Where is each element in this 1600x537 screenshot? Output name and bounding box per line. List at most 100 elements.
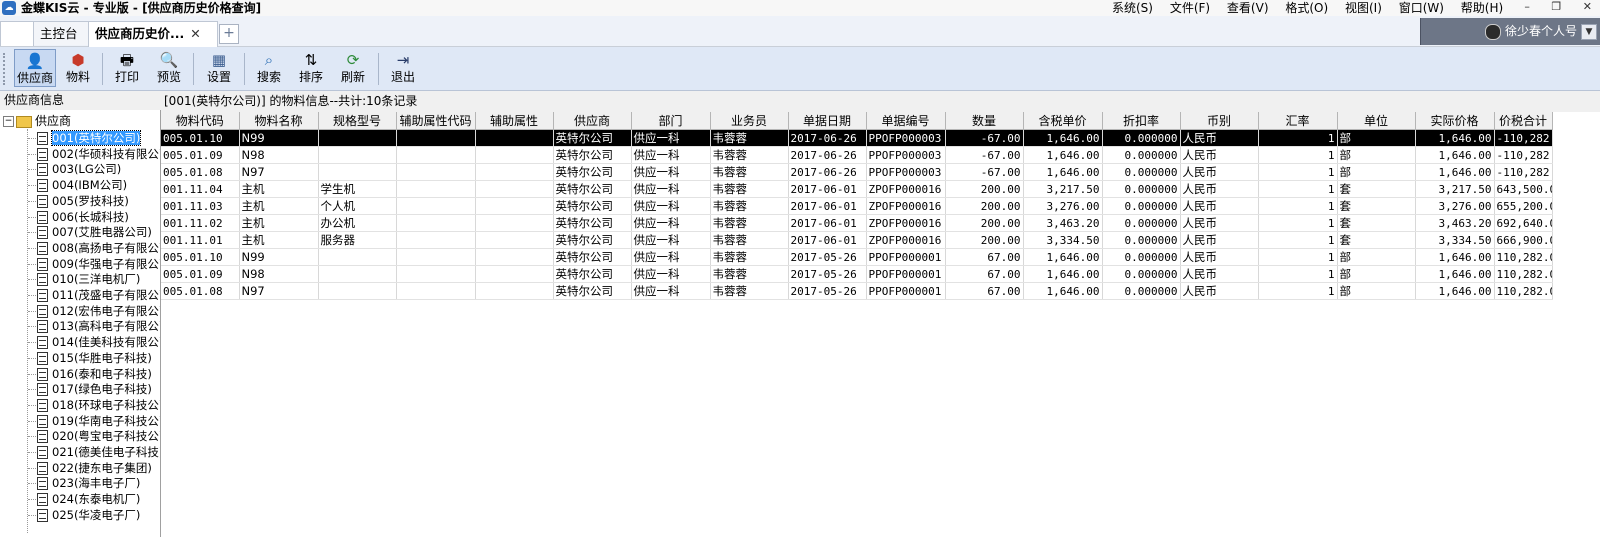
supplier-tree-item[interactable]: 021(德美佳电子科技) — [28, 444, 160, 460]
supplier-tree-item[interactable]: 016(泰和电子科技) — [28, 366, 152, 382]
column-header[interactable]: 币别 — [1180, 112, 1259, 130]
print-button[interactable]: 🖶 打印 — [107, 49, 147, 87]
supplier-tree-item[interactable]: 017(绿色电子科技) — [28, 381, 152, 397]
supplier-tree-item[interactable]: 022(捷东电子集团) — [28, 460, 152, 476]
supplier-tree-item[interactable]: 001(英特尔公司) — [28, 130, 142, 146]
supplier-tree-item[interactable]: 012(宏伟电子有限公司) — [28, 303, 160, 319]
price-history-grid[interactable]: 物料代码 物料名称 规格型号 辅助属性代码 辅助属性 供应商 部门 业务员 单据日期 单据编号 数量… — [161, 112, 1600, 537]
supplier-tree-item[interactable]: 013(高科电子有限公司) — [28, 318, 160, 334]
supplier-tree-item[interactable]: 002(华硕科技有限公司) — [28, 146, 160, 162]
column-header[interactable]: 辅助属性 — [475, 112, 554, 130]
tab-console[interactable]: 主控台 — [33, 21, 89, 45]
collapse-icon[interactable]: − — [3, 116, 14, 127]
chevron-down-icon[interactable]: ▼ — [1581, 24, 1597, 40]
supplier-tree-item[interactable]: 018(环球电子科技公司) — [28, 397, 160, 413]
add-tab-icon[interactable]: + — [219, 24, 239, 44]
user-box[interactable]: 徐少春个人号 ▼ — [1420, 18, 1600, 45]
preview-button[interactable]: 🔍 预览 — [149, 49, 189, 87]
table-cell: 供应一科 — [631, 180, 711, 198]
column-header[interactable]: 业务员 — [710, 112, 789, 130]
table-cell: 主机 — [239, 231, 319, 249]
settings-button[interactable]: ▦ 设置 — [199, 49, 239, 87]
document-icon — [37, 226, 48, 240]
menu-view[interactable]: 查看(V) — [1227, 1, 1269, 15]
document-icon — [37, 147, 48, 161]
table-cell: 0.000000 — [1102, 248, 1181, 266]
supplier-tree-item[interactable]: 014(佳美科技有限公司) — [28, 334, 160, 350]
table-cell: 1,646.00 — [1023, 265, 1103, 283]
menu-window-view[interactable]: 视图(I) — [1345, 1, 1382, 15]
column-header[interactable]: 单据编号 — [866, 112, 946, 130]
menu-window[interactable]: 窗口(W) — [1399, 1, 1444, 15]
supplier-tree-item[interactable]: 009(华强电子有限公司) — [28, 256, 160, 272]
materials-button[interactable]: ⬢ 物料 — [58, 49, 98, 87]
document-icon — [37, 194, 48, 208]
supplier-tree-item[interactable]: 010(三洋电机厂) — [28, 271, 140, 287]
table-row[interactable]: 005.01.10 N99 英特尔公司 供应一科 韦蓉蓉 2017-05-26 PPOFP0… — [161, 248, 1553, 266]
supplier-tree-item[interactable]: 008(高扬电子有限公司) — [28, 240, 160, 256]
supplier-tree-item[interactable]: 024(东泰电机厂) — [28, 491, 140, 507]
column-header[interactable]: 部门 — [631, 112, 711, 130]
minimize-icon[interactable]: – — [1524, 0, 1530, 13]
supplier-tree-item[interactable]: 003(LG公司) — [28, 161, 121, 177]
table-row[interactable]: 001.11.01 主机 服务器 英特尔公司 供应一科 韦蓉蓉 2017-06-01 ZPOF… — [161, 231, 1553, 249]
sort-button[interactable]: ⇅ 排序 — [291, 49, 331, 87]
column-header[interactable]: 含税单价 — [1023, 112, 1103, 130]
exit-button[interactable]: ⇥ 退出 — [383, 49, 423, 87]
table-row[interactable]: 001.11.03 主机 个人机 英特尔公司 供应一科 韦蓉蓉 2017-06-01 ZPOF… — [161, 197, 1553, 215]
column-header[interactable]: 数量 — [945, 112, 1024, 130]
table-cell: PPOFP000003 — [866, 146, 946, 164]
table-row[interactable]: 001.11.02 主机 办公机 英特尔公司 供应一科 韦蓉蓉 2017-06-01 ZPOF… — [161, 214, 1553, 232]
column-header[interactable]: 实际价格 — [1415, 112, 1495, 130]
tab-close-icon[interactable]: ✕ — [190, 26, 200, 41]
document-icon — [37, 210, 48, 224]
supplier-button[interactable]: 👤 供应商 — [14, 49, 56, 87]
column-header[interactable]: 规格型号 — [318, 112, 397, 130]
supplier-tree-item[interactable]: 025(华凌电子厂) — [28, 507, 140, 523]
menu-format[interactable]: 格式(O) — [1285, 1, 1328, 15]
supplier-tree-item[interactable]: 019(华南电子科技公司) — [28, 413, 160, 429]
supplier-tree-item[interactable]: 004(IBM公司) — [28, 177, 127, 193]
table-cell: 666,900.00 — [1494, 231, 1553, 249]
table-cell: 主机 — [239, 197, 319, 215]
supplier-tree-item[interactable]: 005(罗技科技) — [28, 193, 129, 209]
column-header[interactable]: 折扣率 — [1102, 112, 1181, 130]
column-header[interactable]: 物料代码 — [161, 112, 240, 130]
table-row[interactable]: 005.01.08 N97 英特尔公司 供应一科 韦蓉蓉 2017-06-26 PPOFP0… — [161, 163, 1553, 181]
column-header[interactable]: 物料名称 — [239, 112, 319, 130]
column-header[interactable]: 单位 — [1337, 112, 1416, 130]
column-header[interactable]: 价税合计 — [1494, 112, 1553, 130]
table-row[interactable]: 005.01.08 N97 英特尔公司 供应一科 韦蓉蓉 2017-05-26 PPOFP0… — [161, 282, 1553, 300]
supplier-tree-item[interactable]: 011(茂盛电子有限公司) — [28, 287, 160, 303]
table-row[interactable]: 005.01.09 N98 英特尔公司 供应一科 韦蓉蓉 2017-05-26 PPOFP0… — [161, 265, 1553, 283]
menu-help[interactable]: 帮助(H) — [1461, 1, 1503, 15]
supplier-tree-item[interactable]: 007(艾胜电器公司) — [28, 224, 152, 240]
close-icon[interactable]: ✕ — [1583, 0, 1592, 13]
supplier-tree-item[interactable]: 015(华胜电子科技) — [28, 350, 152, 366]
toolbar-grip[interactable] — [3, 53, 8, 85]
document-icon — [37, 367, 48, 381]
supplier-tree-item[interactable]: 006(长城科技) — [28, 209, 129, 225]
table-row[interactable]: 005.01.09 N98 英特尔公司 供应一科 韦蓉蓉 2017-06-26 PPOFP0… — [161, 146, 1553, 164]
table-row[interactable]: 001.11.04 主机 学生机 英特尔公司 供应一科 韦蓉蓉 2017-06-01 ZPOF… — [161, 180, 1553, 198]
menu-system[interactable]: 系统(S) — [1112, 1, 1153, 15]
table-cell: 英特尔公司 — [553, 248, 632, 266]
table-cell: 1 — [1258, 146, 1338, 164]
column-header[interactable]: 汇率 — [1258, 112, 1338, 130]
tab-supplier-price-history[interactable]: 供应商历史价... ✕ — [88, 21, 218, 47]
restore-icon[interactable]: ❐ — [1551, 0, 1561, 13]
search-button[interactable]: ⌕ 搜索 — [249, 49, 289, 87]
table-cell: 人民币 — [1180, 248, 1259, 266]
supplier-tree-item[interactable]: 020(粤宝电子科技公司) — [28, 428, 160, 444]
supplier-tree-item[interactable]: 023(海丰电子厂) — [28, 475, 140, 491]
supplier-tree[interactable]: − 供应商 001(英特尔公司)002(华硕科技有限公司)003(LG公司)004… — [0, 110, 161, 537]
column-header[interactable]: 供应商 — [553, 112, 632, 130]
refresh-button[interactable]: ⟳ 刷新 — [333, 49, 373, 87]
column-header[interactable]: 辅助属性代码 — [396, 112, 476, 130]
table-cell: PPOFP000001 — [866, 265, 946, 283]
tree-root[interactable]: − 供应商 — [0, 114, 71, 129]
menu-file[interactable]: 文件(F) — [1170, 1, 1210, 15]
supplier-tree-item-label: 003(LG公司) — [52, 162, 122, 177]
table-row[interactable]: 005.01.10 N99 英特尔公司 供应一科 韦蓉蓉 2017-06-26 PPOFP0… — [161, 129, 1553, 147]
column-header[interactable]: 单据日期 — [788, 112, 867, 130]
